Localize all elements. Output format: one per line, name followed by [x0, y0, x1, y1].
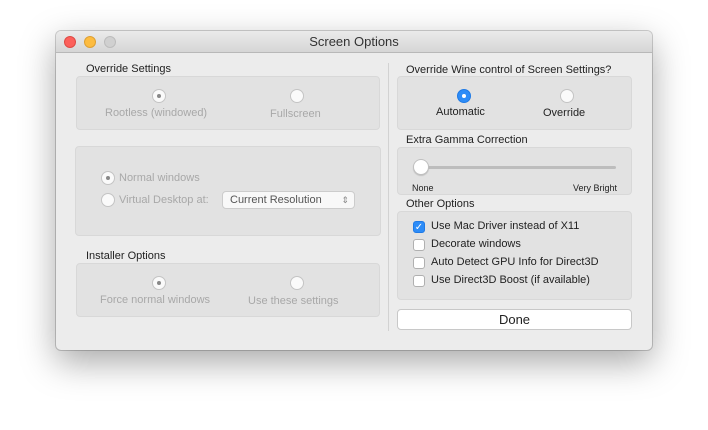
fullscreen-label: Fullscreen — [270, 108, 321, 120]
wine-control-label: Override Wine control of Screen Settings… — [406, 64, 612, 76]
title-bar[interactable]: Screen Options — [56, 31, 652, 53]
use-these-settings-radio[interactable] — [290, 276, 304, 290]
gamma-label: Extra Gamma Correction — [406, 134, 528, 146]
override-settings-label: Override Settings — [86, 63, 171, 75]
force-normal-windows-label: Force normal windows — [100, 294, 211, 306]
use-these-settings-label: Use these settings — [248, 295, 339, 307]
virtual-desktop-label: Virtual Desktop at: — [119, 194, 209, 206]
resolution-select[interactable]: Current Resolution ⇕ — [222, 191, 355, 209]
gamma-slider-track[interactable] — [420, 166, 616, 169]
normal-windows-label: Normal windows — [119, 172, 200, 184]
gamma-max-label: Very Bright — [572, 183, 617, 193]
window-title: Screen Options — [309, 34, 399, 49]
rootless-radio[interactable] — [152, 89, 166, 103]
mac-driver-checkbox[interactable]: ✓ — [413, 221, 425, 233]
override-radio[interactable] — [560, 89, 574, 103]
zoom-button[interactable] — [104, 36, 116, 48]
virtual-desktop-radio[interactable] — [101, 193, 115, 207]
decorate-windows-label: Decorate windows — [431, 238, 521, 250]
resolution-value: Current Resolution — [230, 194, 322, 206]
force-normal-windows-radio[interactable] — [152, 276, 166, 290]
auto-detect-gpu-checkbox[interactable] — [413, 257, 425, 269]
chevron-updown-icon: ⇕ — [341, 195, 349, 205]
other-options-group: ✓ Use Mac Driver instead of X11 Decorate… — [397, 211, 632, 300]
gamma-min-label: None — [412, 183, 434, 193]
minimize-button[interactable] — [84, 36, 96, 48]
other-options-label: Other Options — [406, 198, 475, 210]
direct3d-boost-checkbox[interactable] — [413, 275, 425, 287]
override-label: Override — [543, 107, 586, 119]
done-button[interactable]: Done — [397, 309, 632, 330]
automatic-label: Automatic — [436, 106, 485, 118]
automatic-radio[interactable] — [457, 89, 471, 103]
auto-detect-gpu-label: Auto Detect GPU Info for Direct3D — [431, 256, 599, 268]
close-button[interactable] — [64, 36, 76, 48]
rootless-label: Rootless (windowed) — [105, 107, 208, 119]
column-divider — [388, 63, 389, 331]
fullscreen-radio[interactable] — [290, 89, 304, 103]
override-settings-group: Rootless (windowed) Fullscreen — [76, 76, 380, 130]
installer-options-group: Force normal windows Use these settings — [76, 263, 380, 317]
normal-windows-radio[interactable] — [101, 171, 115, 185]
wine-control-group: Automatic Override — [397, 76, 632, 130]
decorate-windows-checkbox[interactable] — [413, 239, 425, 251]
direct3d-boost-label: Use Direct3D Boost (if available) — [431, 274, 590, 286]
installer-options-label: Installer Options — [86, 250, 166, 262]
gamma-slider-thumb[interactable] — [413, 159, 429, 175]
mac-driver-label: Use Mac Driver instead of X11 — [431, 220, 580, 232]
gamma-group: None Very Bright — [397, 147, 632, 195]
screen-options-window: Screen Options Override Settings Rootles… — [56, 31, 652, 350]
